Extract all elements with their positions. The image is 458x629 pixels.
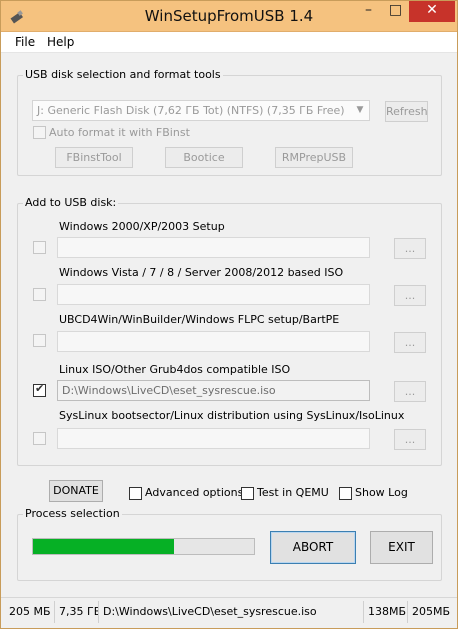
linux-iso-checkbox[interactable]: ✔ [33, 382, 46, 397]
windows-xp-setup-checkbox[interactable] [33, 241, 46, 254]
windows-vista-iso-label: Windows Vista / 7 / 8 / Server 2008/2012… [59, 266, 344, 279]
usb-selection-group-label: USB disk selection and format tools [23, 68, 223, 81]
menu-file[interactable]: File [15, 35, 35, 49]
windows-xp-setup-path[interactable] [57, 237, 370, 258]
chevron-down-icon[interactable]: ▼ [353, 101, 367, 120]
usb-disk-select[interactable]: J: Generic Flash Disk (7,62 ГБ Tot) (NTF… [32, 100, 370, 121]
process-selection-group-label: Process selection [23, 507, 122, 520]
checkmark-icon: ✔ [35, 382, 45, 395]
test-in-qemu-label: Test in QEMU [257, 486, 329, 499]
close-button[interactable]: ✕ [409, 1, 455, 22]
bootice-button[interactable]: Bootice [165, 147, 243, 168]
rmprepusb-button[interactable]: RMPrepUSB [275, 147, 353, 168]
windows-vista-iso-checkbox[interactable] [33, 288, 46, 301]
fbinsttool-button[interactable]: FBinstTool [55, 147, 133, 168]
menu-bar: File Help [1, 32, 457, 53]
add-to-usb-group-label: Add to USB disk: [23, 196, 119, 209]
minimize-button[interactable]: – [355, 1, 382, 22]
linux-iso-label: Linux ISO/Other Grub4dos compatible ISO [59, 363, 291, 376]
show-log-label: Show Log [355, 486, 408, 499]
status-copied-size: 138МБ [364, 601, 408, 623]
windows-xp-setup-label: Windows 2000/XP/2003 Setup [59, 220, 225, 233]
title-bar[interactable]: WinSetupFromUSB 1.4 – □ ✕ [1, 1, 457, 32]
test-in-qemu-checkbox[interactable] [241, 487, 254, 500]
advanced-options-label: Advanced options [145, 486, 244, 499]
linux-iso-path[interactable]: D:\Windows\LiveCD\eset_sysrescue.iso [57, 380, 370, 401]
windows-vista-iso-browse-button[interactable]: ... [394, 285, 426, 306]
status-free-space: 7,35 ГБ [55, 601, 99, 623]
syslinux-path[interactable] [57, 428, 370, 449]
refresh-button[interactable]: Refresh [385, 101, 428, 122]
menu-help[interactable]: Help [47, 35, 74, 49]
auto-format-checkbox[interactable] [33, 126, 46, 139]
progress-bar-fill [33, 539, 174, 554]
ubcd4win-path[interactable] [57, 331, 370, 352]
app-window: WinSetupFromUSB 1.4 – □ ✕ File Help USB … [0, 0, 458, 629]
status-used-size: 205 МБ [5, 601, 55, 623]
syslinux-checkbox[interactable] [33, 432, 46, 445]
advanced-options-checkbox[interactable] [129, 487, 142, 500]
ubcd4win-label: UBCD4Win/WinBuilder/Windows FLPC setup/B… [59, 313, 340, 326]
usb-disk-select-value: J: Generic Flash Disk (7,62 ГБ Tot) (NTF… [37, 104, 345, 117]
auto-format-label: Auto format it with FBinst [49, 126, 190, 139]
abort-button[interactable]: ABORT [270, 531, 356, 564]
status-current-file: D:\Windows\LiveCD\eset_sysrescue.iso [99, 601, 364, 623]
windows-xp-setup-browse-button[interactable]: ... [394, 238, 426, 259]
donate-button[interactable]: DONATE [49, 480, 103, 502]
exit-button[interactable]: EXIT [370, 531, 433, 564]
maximize-button[interactable]: □ [382, 1, 409, 22]
syslinux-label: SysLinux bootsector/Linux distribution u… [59, 409, 405, 422]
ubcd4win-browse-button[interactable]: ... [394, 332, 426, 353]
windows-vista-iso-path[interactable] [57, 284, 370, 305]
status-bar: 205 МБ 7,35 ГБ D:\Windows\LiveCD\eset_sy… [1, 597, 457, 628]
ubcd4win-checkbox[interactable] [33, 334, 46, 347]
linux-iso-browse-button[interactable]: ... [394, 381, 426, 402]
show-log-checkbox[interactable] [339, 487, 352, 500]
progress-bar [32, 538, 255, 555]
status-total-size: 205МБ [412, 605, 451, 618]
syslinux-browse-button[interactable]: ... [394, 429, 426, 450]
